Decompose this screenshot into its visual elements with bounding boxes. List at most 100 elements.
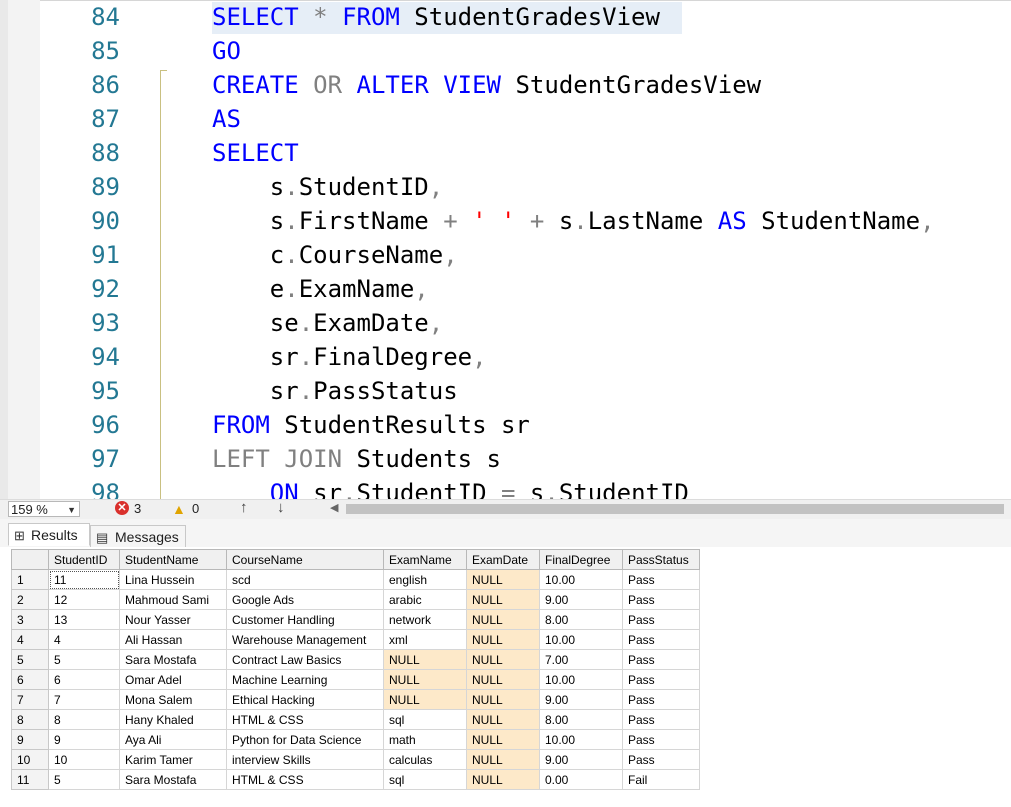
table-cell[interactable]: Mona Salem <box>119 689 227 710</box>
table-cell[interactable]: 12 <box>48 589 120 610</box>
table-row[interactable]: 4 4 Ali Hassan Warehouse Management xml NULL 1… <box>11 629 700 650</box>
code-line[interactable]: 84 SELECT * FROM StudentGradesView <box>0 0 1011 34</box>
table-cell[interactable]: Warehouse Management <box>226 629 384 650</box>
table-cell[interactable]: NULL <box>466 729 540 750</box>
table-cell[interactable]: NULL <box>466 649 540 670</box>
table-cell[interactable]: 0.00 <box>539 769 623 790</box>
table-cell[interactable]: xml <box>383 629 467 650</box>
column-header[interactable]: ExamName <box>383 549 467 570</box>
table-cell[interactable]: Pass <box>622 589 700 610</box>
row-number-cell[interactable]: 6 <box>11 669 49 690</box>
table-cell[interactable]: NULL <box>466 709 540 730</box>
table-cell[interactable]: sql <box>383 769 467 790</box>
table-cell[interactable]: Ali Hassan <box>119 629 227 650</box>
row-number-cell[interactable]: 5 <box>11 649 49 670</box>
table-cell[interactable]: Pass <box>622 749 700 770</box>
row-number-cell[interactable]: 4 <box>11 629 49 650</box>
table-cell[interactable]: interview Skills <box>226 749 384 770</box>
table-cell[interactable]: Sara Mostafa <box>119 769 227 790</box>
table-cell[interactable]: Sara Mostafa <box>119 649 227 670</box>
table-cell[interactable]: NULL <box>466 689 540 710</box>
column-header[interactable]: FinalDegree <box>539 549 623 570</box>
column-header[interactable]: ExamDate <box>466 549 540 570</box>
code-line[interactable]: 90 s.FirstName + ' ' + s.LastName AS Stu… <box>0 204 1011 238</box>
table-cell[interactable]: NULL <box>466 589 540 610</box>
table-row[interactable]: 7 7 Mona Salem Ethical Hacking NULL NULL 9.00 P… <box>11 689 700 710</box>
row-number-cell[interactable]: 1 <box>11 569 49 590</box>
table-cell[interactable]: NULL <box>466 769 540 790</box>
table-cell[interactable]: Pass <box>622 629 700 650</box>
code-line[interactable]: 92 e.ExamName, <box>0 272 1011 306</box>
table-cell[interactable]: 8.00 <box>539 709 623 730</box>
table-cell[interactable]: 9 <box>48 729 120 750</box>
table-row[interactable]: 10 10 Karim Tamer interview Skills calculas N… <box>11 749 700 770</box>
tab-results[interactable]: ⊞ Results <box>8 523 90 546</box>
table-cell[interactable]: 7.00 <box>539 649 623 670</box>
row-number-cell[interactable]: 2 <box>11 589 49 610</box>
code-line[interactable]: 87 AS <box>0 102 1011 136</box>
code-line[interactable]: 94 sr.FinalDegree, <box>0 340 1011 374</box>
grid-corner-cell[interactable] <box>11 549 49 570</box>
table-cell[interactable]: 10.00 <box>539 569 623 590</box>
table-cell[interactable]: Ethical Hacking <box>226 689 384 710</box>
zoom-dropdown[interactable]: 159 % ▼ <box>8 501 80 517</box>
table-row[interactable]: 1 11 Lina Hussein scd english NULL 10.00 Pass <box>11 569 700 590</box>
table-cell[interactable]: 7 <box>48 689 120 710</box>
code-line[interactable]: 98 ON sr.StudentID = s.StudentID <box>0 476 1011 499</box>
table-cell[interactable]: 10.00 <box>539 629 623 650</box>
code-line[interactable]: 91 c.CourseName, <box>0 238 1011 272</box>
table-cell[interactable]: english <box>383 569 467 590</box>
table-cell[interactable]: Nour Yasser <box>119 609 227 630</box>
row-number-cell[interactable]: 11 <box>11 769 49 790</box>
table-cell[interactable]: 13 <box>48 609 120 630</box>
table-row[interactable]: 11 5 Sara Mostafa HTML & CSS sql NULL 0.00 Fail <box>11 769 700 790</box>
scroll-left-icon[interactable]: ◀ <box>330 501 338 514</box>
table-cell[interactable]: NULL <box>466 569 540 590</box>
table-cell[interactable]: arabic <box>383 589 467 610</box>
table-cell[interactable]: 9.00 <box>539 589 623 610</box>
code-line[interactable]: 96 FROM StudentResults sr <box>0 408 1011 442</box>
table-cell[interactable]: NULL <box>383 669 467 690</box>
sql-editor[interactable]: 84 SELECT * FROM StudentGradesView 85 GO 86 C… <box>0 0 1011 499</box>
previous-issue-arrow-icon[interactable]: ↑ <box>240 499 248 516</box>
horizontal-scrollbar-thumb[interactable] <box>346 504 1004 514</box>
code-line[interactable]: 95 sr.PassStatus <box>0 374 1011 408</box>
chevron-down-icon[interactable]: ▼ <box>67 502 76 518</box>
table-row[interactable]: 3 13 Nour Yasser Customer Handling network NU… <box>11 609 700 630</box>
table-cell[interactable]: HTML & CSS <box>226 709 384 730</box>
table-cell[interactable]: Omar Adel <box>119 669 227 690</box>
warning-icon[interactable]: ▲ <box>172 501 186 517</box>
row-number-cell[interactable]: 7 <box>11 689 49 710</box>
next-issue-arrow-icon[interactable]: ↓ <box>277 499 285 516</box>
table-cell[interactable]: 10 <box>48 749 120 770</box>
row-number-cell[interactable]: 8 <box>11 709 49 730</box>
error-count[interactable]: 3 <box>134 501 141 516</box>
table-cell[interactable]: Google Ads <box>226 589 384 610</box>
table-cell[interactable]: Karim Tamer <box>119 749 227 770</box>
table-cell[interactable]: Customer Handling <box>226 609 384 630</box>
table-cell[interactable]: Pass <box>622 689 700 710</box>
table-cell[interactable]: HTML & CSS <box>226 769 384 790</box>
table-cell[interactable]: Pass <box>622 609 700 630</box>
table-cell[interactable]: Pass <box>622 569 700 590</box>
code-line[interactable]: 88 SELECT <box>0 136 1011 170</box>
table-cell[interactable]: calculas <box>383 749 467 770</box>
table-cell[interactable]: NULL <box>383 649 467 670</box>
table-cell[interactable]: Lina Hussein <box>119 569 227 590</box>
table-row[interactable]: 5 5 Sara Mostafa Contract Law Basics NULL NUL… <box>11 649 700 670</box>
table-cell[interactable]: 11 <box>48 569 120 590</box>
code-line[interactable]: 86 CREATE OR ALTER VIEW StudentGradesView <box>0 68 1011 102</box>
code-line[interactable]: 93 se.ExamDate, <box>0 306 1011 340</box>
tab-messages[interactable]: ▤ Messages <box>90 525 186 548</box>
table-cell[interactable]: Python for Data Science <box>226 729 384 750</box>
table-cell[interactable]: 10.00 <box>539 669 623 690</box>
table-cell[interactable]: 9.00 <box>539 749 623 770</box>
table-cell[interactable]: 4 <box>48 629 120 650</box>
table-cell[interactable]: network <box>383 609 467 630</box>
table-cell[interactable]: Mahmoud Sami <box>119 589 227 610</box>
table-cell[interactable]: NULL <box>466 629 540 650</box>
table-cell[interactable]: 5 <box>48 769 120 790</box>
column-header[interactable]: StudentName <box>119 549 227 570</box>
table-cell[interactable]: Pass <box>622 709 700 730</box>
table-cell[interactable]: Fail <box>622 769 700 790</box>
